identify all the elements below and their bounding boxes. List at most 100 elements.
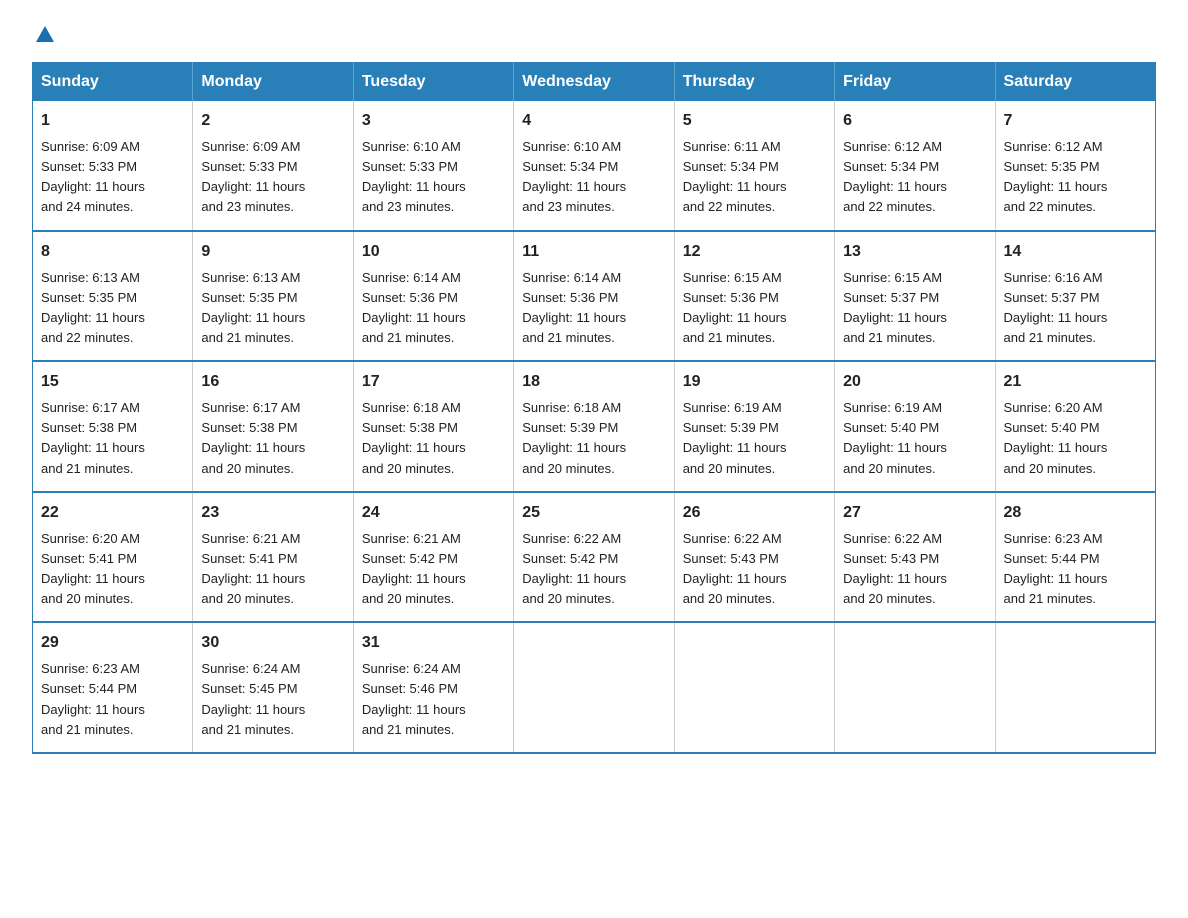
day-number: 26 (683, 501, 826, 525)
page-header (32, 24, 1156, 42)
day-number: 22 (41, 501, 184, 525)
day-number: 5 (683, 109, 826, 133)
day-info: Sunrise: 6:09 AMSunset: 5:33 PMDaylight:… (201, 137, 344, 218)
calendar-week-row: 8 Sunrise: 6:13 AMSunset: 5:35 PMDaylight… (33, 231, 1156, 362)
calendar-cell: 11 Sunrise: 6:14 AMSunset: 5:36 PMDayligh… (514, 231, 674, 362)
day-info: Sunrise: 6:12 AMSunset: 5:35 PMDaylight:… (1004, 137, 1147, 218)
day-info: Sunrise: 6:22 AMSunset: 5:42 PMDaylight:… (522, 529, 665, 610)
weekday-header-thursday: Thursday (674, 63, 834, 102)
day-number: 27 (843, 501, 986, 525)
weekday-header-wednesday: Wednesday (514, 63, 674, 102)
calendar-cell: 6 Sunrise: 6:12 AMSunset: 5:34 PMDaylight… (835, 101, 995, 231)
day-info: Sunrise: 6:21 AMSunset: 5:42 PMDaylight:… (362, 529, 505, 610)
day-info: Sunrise: 6:17 AMSunset: 5:38 PMDaylight:… (41, 398, 184, 479)
day-info: Sunrise: 6:19 AMSunset: 5:39 PMDaylight:… (683, 398, 826, 479)
day-number: 30 (201, 631, 344, 655)
logo-triangle-icon (34, 24, 56, 46)
day-info: Sunrise: 6:10 AMSunset: 5:33 PMDaylight:… (362, 137, 505, 218)
calendar-cell: 27 Sunrise: 6:22 AMSunset: 5:43 PMDayligh… (835, 492, 995, 623)
calendar-cell: 12 Sunrise: 6:15 AMSunset: 5:36 PMDayligh… (674, 231, 834, 362)
calendar-cell: 16Sunrise: 6:17 AMSunset: 5:38 PMDayligh… (193, 361, 353, 492)
calendar-cell: 8 Sunrise: 6:13 AMSunset: 5:35 PMDaylight… (33, 231, 193, 362)
day-number: 24 (362, 501, 505, 525)
calendar-cell: 25 Sunrise: 6:22 AMSunset: 5:42 PMDayligh… (514, 492, 674, 623)
calendar-week-row: 22 Sunrise: 6:20 AMSunset: 5:41 PMDayligh… (33, 492, 1156, 623)
calendar-cell: 28 Sunrise: 6:23 AMSunset: 5:44 PMDayligh… (995, 492, 1155, 623)
day-info: Sunrise: 6:22 AMSunset: 5:43 PMDaylight:… (843, 529, 986, 610)
calendar-cell: 15 Sunrise: 6:17 AMSunset: 5:38 PMDayligh… (33, 361, 193, 492)
day-number: 16 (201, 370, 344, 394)
day-number: 14 (1004, 240, 1147, 264)
weekday-header-row: SundayMondayTuesdayWednesdayThursdayFrid… (33, 63, 1156, 102)
day-number: 7 (1004, 109, 1147, 133)
day-number: 20 (843, 370, 986, 394)
calendar-cell: 20 Sunrise: 6:19 AMSunset: 5:40 PMDayligh… (835, 361, 995, 492)
calendar-cell: 3 Sunrise: 6:10 AMSunset: 5:33 PMDaylight… (353, 101, 513, 231)
day-info: Sunrise: 6:10 AMSunset: 5:34 PMDaylight:… (522, 137, 665, 218)
calendar-cell: 21 Sunrise: 6:20 AMSunset: 5:40 PMDayligh… (995, 361, 1155, 492)
day-number: 23 (201, 501, 344, 525)
calendar-cell: 7 Sunrise: 6:12 AMSunset: 5:35 PMDaylight… (995, 101, 1155, 231)
calendar-cell (674, 622, 834, 753)
day-number: 8 (41, 240, 184, 264)
day-number: 28 (1004, 501, 1147, 525)
calendar-cell: 24 Sunrise: 6:21 AMSunset: 5:42 PMDayligh… (353, 492, 513, 623)
calendar-cell: 14 Sunrise: 6:16 AMSunset: 5:37 PMDayligh… (995, 231, 1155, 362)
calendar-cell (835, 622, 995, 753)
calendar-table: SundayMondayTuesdayWednesdayThursdayFrid… (32, 62, 1156, 754)
day-info: Sunrise: 6:20 AMSunset: 5:40 PMDaylight:… (1004, 398, 1147, 479)
calendar-cell: 30 Sunrise: 6:24 AMSunset: 5:45 PMDayligh… (193, 622, 353, 753)
day-info: Sunrise: 6:22 AMSunset: 5:43 PMDaylight:… (683, 529, 826, 610)
calendar-cell: 18Sunrise: 6:18 AMSunset: 5:39 PMDayligh… (514, 361, 674, 492)
day-info: Sunrise: 6:15 AMSunset: 5:37 PMDaylight:… (843, 268, 986, 349)
day-info: Sunrise: 6:21 AMSunset: 5:41 PMDaylight:… (201, 529, 344, 610)
day-number: 4 (522, 109, 665, 133)
day-info: Sunrise: 6:13 AMSunset: 5:35 PMDaylight:… (41, 268, 184, 349)
day-info: Sunrise: 6:14 AMSunset: 5:36 PMDaylight:… (362, 268, 505, 349)
day-number: 17 (362, 370, 505, 394)
calendar-cell (514, 622, 674, 753)
calendar-cell: 2 Sunrise: 6:09 AMSunset: 5:33 PMDaylight… (193, 101, 353, 231)
day-info: Sunrise: 6:15 AMSunset: 5:36 PMDaylight:… (683, 268, 826, 349)
calendar-cell: 13 Sunrise: 6:15 AMSunset: 5:37 PMDayligh… (835, 231, 995, 362)
day-number: 10 (362, 240, 505, 264)
day-info: Sunrise: 6:14 AMSunset: 5:36 PMDaylight:… (522, 268, 665, 349)
day-number: 11 (522, 240, 665, 264)
calendar-cell: 17 Sunrise: 6:18 AMSunset: 5:38 PMDayligh… (353, 361, 513, 492)
day-number: 6 (843, 109, 986, 133)
day-info: Sunrise: 6:24 AMSunset: 5:45 PMDaylight:… (201, 659, 344, 740)
day-info: Sunrise: 6:24 AMSunset: 5:46 PMDaylight:… (362, 659, 505, 740)
calendar-cell: 23 Sunrise: 6:21 AMSunset: 5:41 PMDayligh… (193, 492, 353, 623)
calendar-cell: 31 Sunrise: 6:24 AMSunset: 5:46 PMDayligh… (353, 622, 513, 753)
calendar-cell: 19Sunrise: 6:19 AMSunset: 5:39 PMDayligh… (674, 361, 834, 492)
day-info: Sunrise: 6:13 AMSunset: 5:35 PMDaylight:… (201, 268, 344, 349)
day-info: Sunrise: 6:18 AMSunset: 5:38 PMDaylight:… (362, 398, 505, 479)
day-number: 3 (362, 109, 505, 133)
day-info: Sunrise: 6:16 AMSunset: 5:37 PMDaylight:… (1004, 268, 1147, 349)
day-info: Sunrise: 6:12 AMSunset: 5:34 PMDaylight:… (843, 137, 986, 218)
day-number: 12 (683, 240, 826, 264)
day-info: Sunrise: 6:09 AMSunset: 5:33 PMDaylight:… (41, 137, 184, 218)
day-info: Sunrise: 6:11 AMSunset: 5:34 PMDaylight:… (683, 137, 826, 218)
day-info: Sunrise: 6:18 AMSunset: 5:39 PMDaylight:… (522, 398, 665, 479)
day-number: 15 (41, 370, 184, 394)
calendar-week-row: 29Sunrise: 6:23 AMSunset: 5:44 PMDayligh… (33, 622, 1156, 753)
day-info: Sunrise: 6:23 AMSunset: 5:44 PMDaylight:… (1004, 529, 1147, 610)
day-info: Sunrise: 6:19 AMSunset: 5:40 PMDaylight:… (843, 398, 986, 479)
day-number: 2 (201, 109, 344, 133)
weekday-header-saturday: Saturday (995, 63, 1155, 102)
calendar-week-row: 15 Sunrise: 6:17 AMSunset: 5:38 PMDayligh… (33, 361, 1156, 492)
day-number: 13 (843, 240, 986, 264)
day-number: 21 (1004, 370, 1147, 394)
calendar-cell: 29Sunrise: 6:23 AMSunset: 5:44 PMDayligh… (33, 622, 193, 753)
day-number: 25 (522, 501, 665, 525)
day-number: 9 (201, 240, 344, 264)
calendar-cell: 4 Sunrise: 6:10 AMSunset: 5:34 PMDaylight… (514, 101, 674, 231)
weekday-header-friday: Friday (835, 63, 995, 102)
calendar-cell: 9 Sunrise: 6:13 AMSunset: 5:35 PMDaylight… (193, 231, 353, 362)
day-info: Sunrise: 6:23 AMSunset: 5:44 PMDaylight:… (41, 659, 184, 740)
day-number: 31 (362, 631, 505, 655)
weekday-header-sunday: Sunday (33, 63, 193, 102)
weekday-header-tuesday: Tuesday (353, 63, 513, 102)
day-info: Sunrise: 6:20 AMSunset: 5:41 PMDaylight:… (41, 529, 184, 610)
